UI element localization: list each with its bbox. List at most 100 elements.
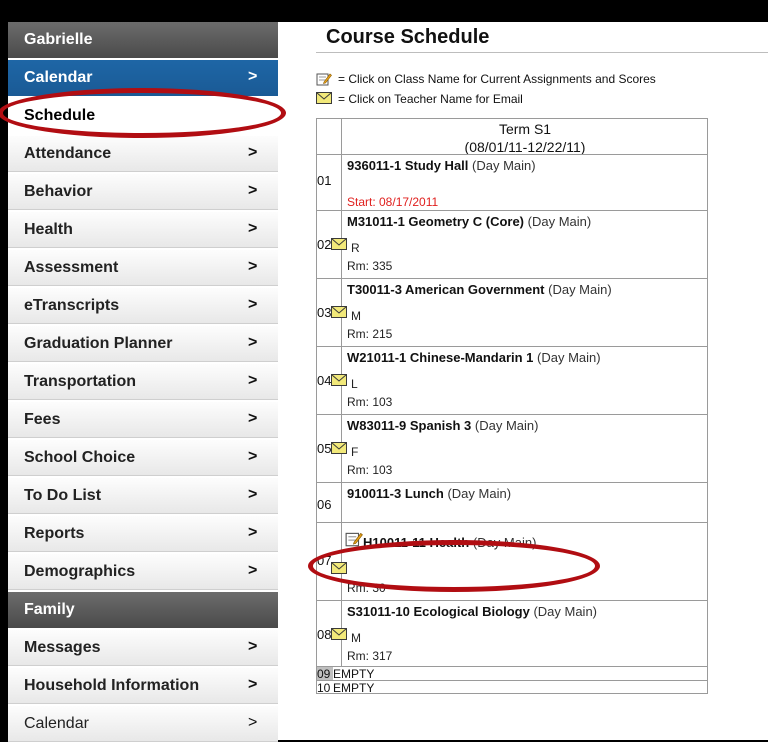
sidebar-item-label: Health [24,220,73,238]
family-header-label: Family [24,601,75,618]
sidebar-item-reports[interactable]: Reports > [8,516,278,552]
envelope-icon [316,92,332,106]
email-teacher-icon[interactable] [331,305,347,318]
teacher-name[interactable]: M [351,631,361,645]
chevron-right-icon: > [248,448,258,465]
period-column-header [317,119,342,154]
chevron-right-icon: > [248,182,258,199]
sidebar-item-label: Transportation [24,372,137,390]
sidebar-item-to-do-list[interactable]: To Do List > [8,478,278,514]
class-name[interactable]: W21011-1 Chinese-Mandarin 1 [347,350,533,365]
period-row-06: 06 910011-3 Lunch (Day Main) [316,482,708,522]
class-name[interactable]: T30011-3 American Government [347,282,545,297]
term-label: Term S1 [498,121,552,137]
period-divider [341,155,342,210]
class-link[interactable]: 936011-1 Study Hall (Day Main) [347,158,536,173]
class-link[interactable]: W21011-1 Chinese-Mandarin 1 (Day Main) [347,350,601,365]
legend-email-text: = Click on Teacher Name for Email [338,92,523,106]
room-number: Rm: 317 [347,649,393,663]
sidebar-item-attendance[interactable]: Attendance > [8,136,278,172]
sidebar-item-label: Reports [24,524,85,542]
class-meta: (Day Main) [537,350,601,365]
family-section-header: Family [8,592,278,628]
class-meta: (Day Main) [548,282,612,297]
legend-assignments: = Click on Class Name for Current Assign… [316,72,656,86]
chevron-right-icon: > [248,68,258,85]
period-row-04: 04 W21011-1 Chinese-Mandarin 1 (Day Main… [316,346,708,414]
empty-label: EMPTY [333,667,375,681]
period-number: 08 [317,627,332,642]
class-link[interactable]: M31011-1 Geometry C (Core) (Day Main) [347,214,591,229]
class-name[interactable]: 936011-1 Study Hall [347,158,468,173]
sidebar-item-label: Attendance [24,144,112,162]
sidebar-item-label: To Do List [24,486,102,504]
student-name: Gabrielle [24,31,93,48]
sidebar-item-label: Behavior [24,182,93,200]
legend-assignments-text: = Click on Class Name for Current Assign… [338,72,656,86]
email-teacher-icon[interactable] [331,441,347,454]
class-meta: (Day Main) [447,486,512,501]
class-link[interactable]: T30011-3 American Government (Day Main) [347,282,612,297]
term-dates: (08/01/11-12/22/11) [464,139,586,155]
chevron-right-icon: > [248,296,258,313]
sidebar-item-label: Household Information [24,676,200,694]
sidebar-item-label: Fees [24,410,61,428]
chevron-right-icon: > [248,334,258,351]
chevron-right-icon: > [248,676,258,693]
sidebar-item-household-information[interactable]: Household Information > [8,668,278,704]
sidebar-item-graduation-planner[interactable]: Graduation Planner > [8,326,278,362]
student-name-header: Gabrielle [8,22,278,58]
email-teacher-icon[interactable] [331,627,347,640]
teacher-name[interactable]: M [351,309,361,323]
class-name[interactable]: W83011-9 Spanish 3 [347,418,471,433]
annotation-oval-health [308,540,600,592]
room-number: Rm: 103 [347,395,393,409]
class-name[interactable]: S31011-10 Ecological Biology [347,604,530,619]
sidebar-item-label: Demographics [24,562,136,580]
chevron-right-icon: > [248,258,258,275]
class-link[interactable]: W83011-9 Spanish 3 (Day Main) [347,418,538,433]
sidebar-item-transportation[interactable]: Transportation > [8,364,278,400]
sidebar-item-label: Assessment [24,258,119,276]
period-number: 02 [317,237,332,252]
class-meta: (Day Main) [472,158,536,173]
class-meta: (Day Main) [474,418,539,433]
class-name[interactable]: M31011-1 Geometry C (Core) [347,214,524,229]
email-teacher-icon[interactable] [331,373,347,386]
sidebar-item-label: School Choice [24,448,136,466]
sidebar-item-demographics[interactable]: Demographics > [8,554,278,590]
sidebar-item-school-choice[interactable]: School Choice > [8,440,278,476]
period-number: 01 [317,173,332,188]
email-teacher-icon[interactable] [331,237,347,250]
chevron-right-icon: > [248,486,258,503]
sidebar-item-assessment[interactable]: Assessment > [8,250,278,286]
period-row-09: 09 EMPTY [316,666,708,681]
teacher-name[interactable]: R [351,241,360,255]
class-name[interactable]: 910011-3 Lunch [347,486,444,501]
sidebar-item-fees[interactable]: Fees > [8,402,278,438]
empty-label: EMPTY [333,681,375,695]
class-link[interactable]: 910011-3 Lunch (Day Main) [347,486,511,501]
sidebar-item-messages[interactable]: Messages > [8,630,278,666]
sidebar-item-etranscripts[interactable]: eTranscripts > [8,288,278,324]
period-row-10: 10 EMPTY [316,680,708,695]
period-divider [341,483,342,522]
chevron-right-icon: > [248,638,258,655]
sidebar-item-behavior[interactable]: Behavior > [8,174,278,210]
term-header: Term S1 (08/01/11-12/22/11) [316,118,708,155]
period-number: 10 [317,681,331,695]
chevron-right-icon: > [248,524,258,541]
annotation-oval-schedule [0,88,286,138]
chevron-right-icon: > [248,372,258,389]
chevron-right-icon: > [248,144,258,161]
title-divider [316,52,768,53]
class-link[interactable]: S31011-10 Ecological Biology (Day Main) [347,604,597,619]
period-number: 06 [317,497,332,512]
sidebar-item-health[interactable]: Health > [8,212,278,248]
teacher-name[interactable]: L [351,377,358,391]
chevron-right-icon: > [248,714,258,731]
teacher-name[interactable]: F [351,445,358,459]
period-row-03: 03 T30011-3 American Government (Day Mai… [316,278,708,346]
sidebar-item-family-calendar[interactable]: Calendar > [8,706,278,742]
main-content: Course Schedule = Click on Class Name fo… [316,22,768,740]
